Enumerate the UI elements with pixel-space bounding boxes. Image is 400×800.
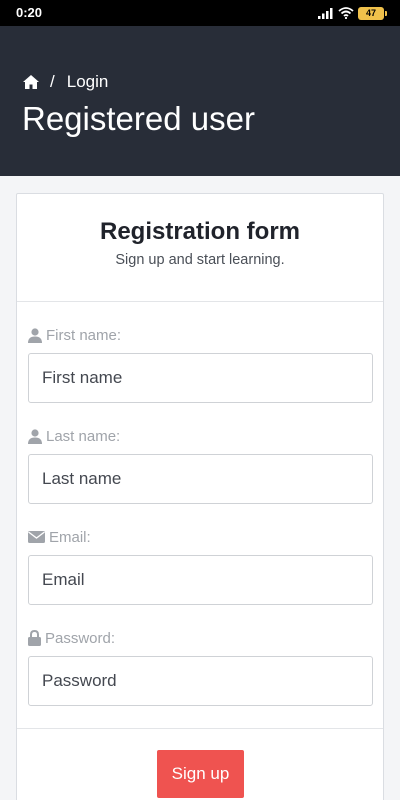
password-label-row: Password: xyxy=(28,628,373,648)
first-name-label-row: First name: xyxy=(28,325,373,345)
email-label: Email: xyxy=(49,528,91,546)
home-icon[interactable] xyxy=(22,74,40,90)
first-name-field: First name: xyxy=(28,325,373,403)
last-name-label-row: Last name: xyxy=(28,426,373,446)
form-subtitle: Sign up and start learning. xyxy=(115,252,285,268)
last-name-label: Last name: xyxy=(46,427,121,445)
password-label: Password: xyxy=(45,629,116,647)
card-footer: Sign up xyxy=(17,728,383,800)
email-field: Email: xyxy=(28,527,373,605)
breadcrumb-separator: / xyxy=(50,72,55,91)
status-icons: 47 xyxy=(318,6,387,20)
battery-icon: 47 xyxy=(358,6,387,20)
user-icon xyxy=(28,428,42,444)
email-input[interactable] xyxy=(28,555,373,605)
first-name-label: First name: xyxy=(46,326,122,344)
wifi-icon xyxy=(338,7,354,19)
status-bar: 0:20 47 xyxy=(0,0,400,26)
password-input[interactable] xyxy=(28,656,373,706)
lock-icon xyxy=(28,630,41,646)
registration-card: Registration form Sign up and start lear… xyxy=(16,193,384,800)
breadcrumb-current: Login xyxy=(66,72,109,91)
signup-button[interactable]: Sign up xyxy=(157,750,244,798)
last-name-input[interactable] xyxy=(28,454,373,504)
status-time: 0:20 xyxy=(16,5,43,20)
page-title: Registered user xyxy=(22,100,255,137)
page-header: / Login Registered user xyxy=(0,26,400,176)
last-name-field: Last name: xyxy=(28,426,373,504)
email-label-row: Email: xyxy=(28,527,373,547)
user-icon xyxy=(28,327,42,343)
first-name-input[interactable] xyxy=(28,353,373,403)
signal-icon xyxy=(318,8,333,19)
card-header: Registration form Sign up and start lear… xyxy=(17,194,383,302)
envelope-icon xyxy=(28,531,45,543)
breadcrumb: / Login xyxy=(22,72,108,92)
password-field: Password: xyxy=(28,628,373,706)
form-title: Registration form xyxy=(99,218,300,245)
